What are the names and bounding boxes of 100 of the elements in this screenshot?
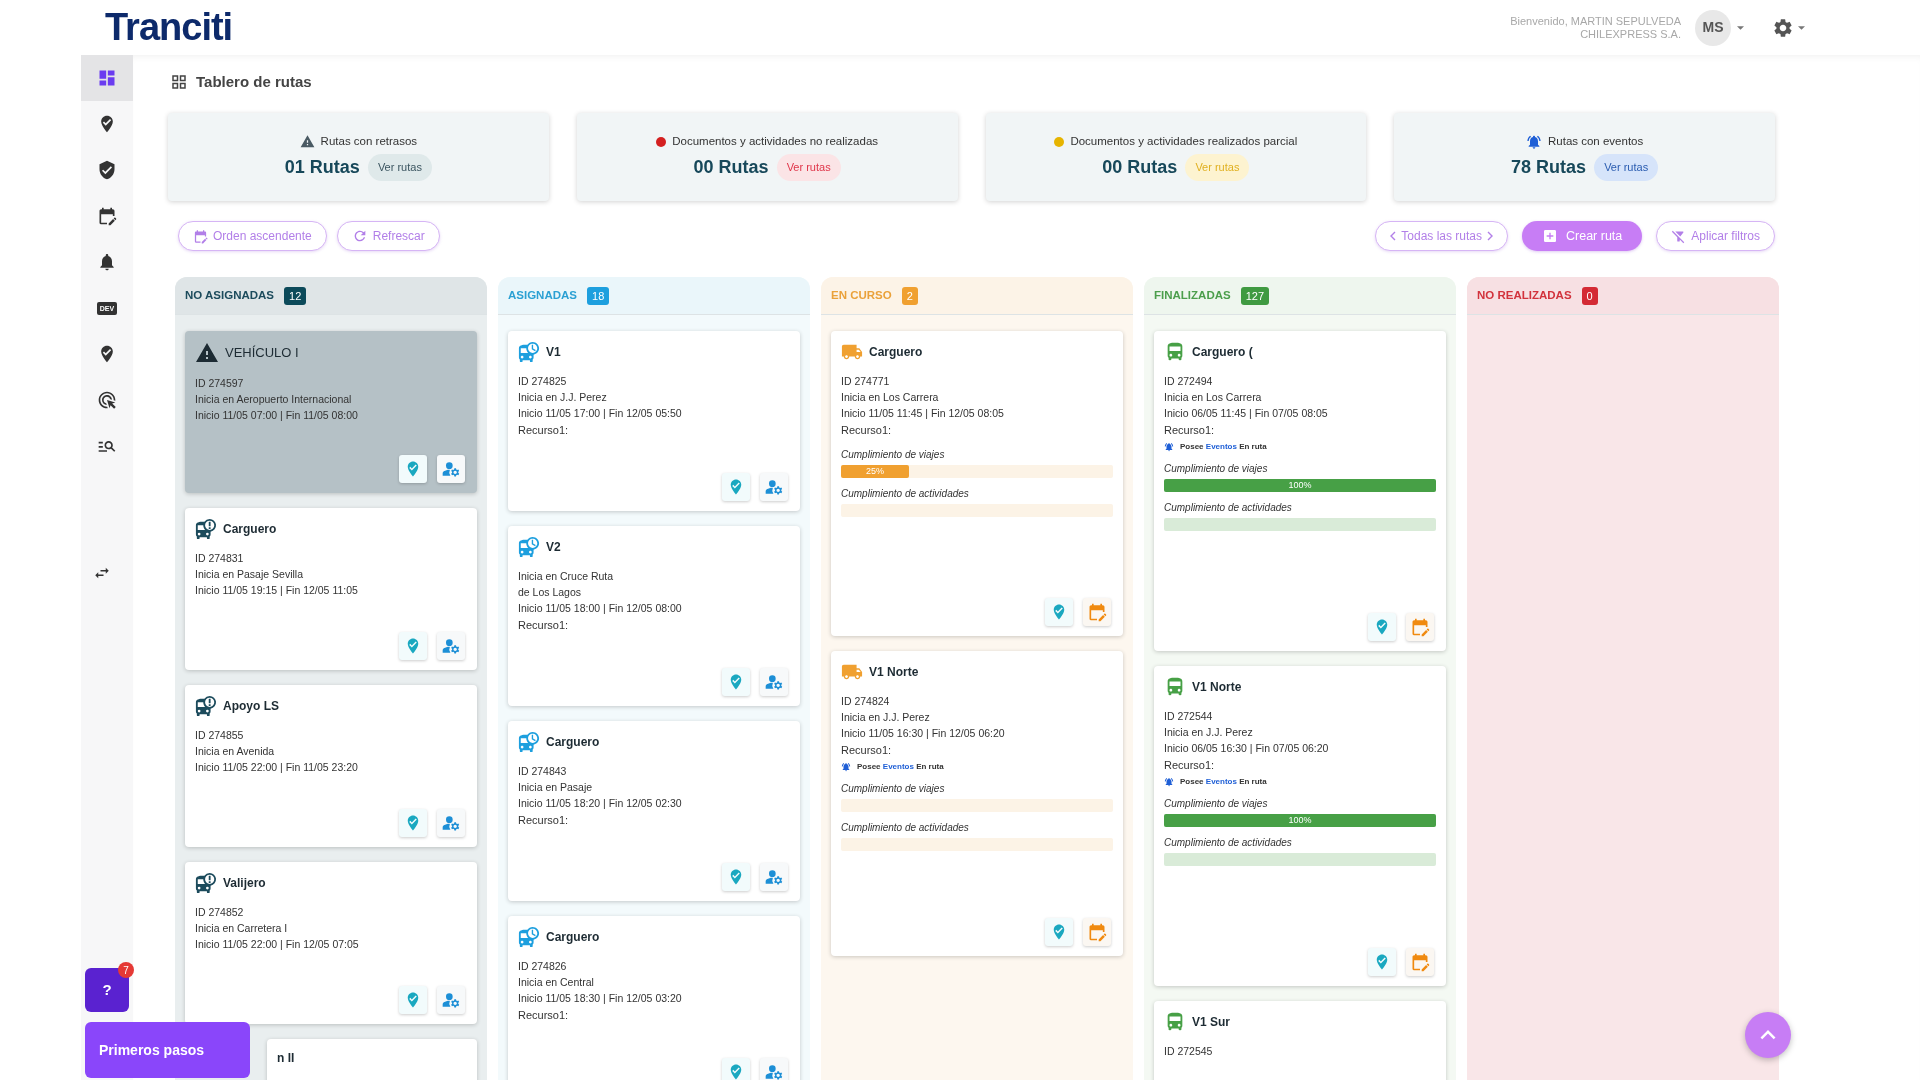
- route-card[interactable]: V1 Sur ID 272545: [1154, 1001, 1446, 1080]
- settings-icon: [1772, 16, 1794, 39]
- card-detail: ID 274855: [195, 728, 245, 743]
- route-action-button[interactable]: [399, 809, 427, 837]
- count-badge: 2: [901, 286, 918, 305]
- card-detail: Inicio 11/05 16:30 | Fin 12/05 06:20: [841, 726, 1006, 741]
- assign-resource-button[interactable]: [437, 632, 465, 660]
- edit-schedule-button[interactable]: [1406, 948, 1434, 976]
- welcome-text: Bienvenido, MARTIN SEPULVEDA: [1510, 14, 1681, 28]
- route-action-button[interactable]: [722, 473, 750, 501]
- card-detail: ID 274825: [518, 374, 568, 389]
- route-action-button[interactable]: [722, 863, 750, 891]
- events-link[interactable]: Eventos: [1205, 442, 1237, 451]
- user-gear-icon: [441, 636, 461, 656]
- assign-resource-button[interactable]: [760, 473, 788, 501]
- summary-label: Documentos y actividades realizados parcial: [1070, 133, 1298, 149]
- route-card[interactable]: Carguero ID 274771 Inicia en Los Carrera Inicio 11/05 11:45 | Fin 12/05 08:05 Recurso1: Cumplimiento de viajes 25% Cumplimiento de actividades: [831, 331, 1123, 636]
- route-card[interactable]: V1 ID 274825 Inicia en J.J. Perez Inicio 11/05 17:00 | Fin 12/05 05:50 Recurso1:: [508, 331, 800, 511]
- user-gear-icon: [441, 990, 461, 1010]
- card-detail: Inicia en J.J. Perez: [1164, 725, 1254, 740]
- settings-button[interactable]: [1772, 16, 1805, 39]
- route-card[interactable]: Carguero ID 274831 Inicia en Pasaje Sevilla Inicio 11/05 19:15 | Fin 12/05 11:05: [185, 508, 477, 670]
- column-title: EN CURSO: [831, 287, 892, 303]
- card-title: V1 Norte: [869, 664, 919, 681]
- card-detail: ID 274824: [841, 694, 891, 709]
- edit-schedule-button[interactable]: [1083, 598, 1111, 626]
- card-title: Carguero (: [1192, 344, 1253, 361]
- card-title: VEHÍCULO I: [225, 344, 299, 363]
- caret-icon: [1737, 25, 1744, 30]
- edit-schedule-button[interactable]: [1406, 613, 1434, 641]
- column-title: NO REALIZADAS: [1477, 287, 1572, 303]
- route-action-button[interactable]: [1368, 948, 1396, 976]
- calendar-edit-icon: [1410, 617, 1430, 637]
- view-routes-button[interactable]: Ver rutas: [367, 154, 432, 181]
- assign-resource-button[interactable]: [437, 809, 465, 837]
- route-action-button[interactable]: [399, 986, 427, 1014]
- progress-reading: 100%: [1288, 816, 1312, 825]
- view-routes-button[interactable]: Ver rutas: [1594, 154, 1659, 181]
- card-detail: Inicia en Cruce Ruta: [518, 569, 615, 584]
- card-detail: ID 274771: [841, 374, 891, 389]
- card-detail: Inicio 11/05 18:30 | Fin 12/05 03:20: [518, 991, 683, 1006]
- summary-label: Rutas con retrasos: [320, 133, 418, 149]
- bus-alert-icon: [195, 695, 217, 717]
- progress-label: Cumplimiento de viajes: [1164, 462, 1269, 476]
- card-detail: ID 274826: [518, 959, 568, 974]
- route-card[interactable]: Carguero ID 274826 Inicia en Central Inicio 11/05 18:30 | Fin 12/05 03:20 Recurso1:: [508, 916, 800, 1080]
- assign-resource-button[interactable]: [437, 986, 465, 1014]
- edit-schedule-button[interactable]: [1083, 918, 1111, 946]
- card-detail: ID 272544: [1164, 709, 1214, 724]
- route-action-button[interactable]: [1368, 613, 1396, 641]
- route-card[interactable]: V1 Norte ID 272544 Inicia en J.J. Perez Inicio 06/05 16:30 | Fin 07/05 06:20 Recurso1: Posee Eventos En ruta Cumplimiento de viajes 100% Cumplimiento de actividades: [1154, 666, 1446, 986]
- route-action-button[interactable]: [1045, 598, 1073, 626]
- route-card[interactable]: Apoyo LS ID 274855 Inicia en Avenida Inicio 11/05 22:00 | Fin 11/05 23:20: [185, 685, 477, 847]
- calendar-sort-icon: [193, 228, 208, 244]
- events-link[interactable]: Eventos: [882, 762, 914, 771]
- assign-resource-button[interactable]: [437, 455, 465, 483]
- route-card[interactable]: Valijero ID 274852 Inicia en Carretera I Inicio 11/05 22:00 | Fin 12/05 07:05: [185, 862, 477, 1024]
- bus-alert-icon: [195, 518, 217, 540]
- assign-resource-button[interactable]: [760, 668, 788, 696]
- route-card[interactable]: V2 Inicia en Cruce Ruta de Los Lagos Inicio 11/05 18:00 | Fin 12/05 08:00 Recurso1:: [508, 526, 800, 706]
- warning-icon: [299, 134, 315, 149]
- count-badge: 0: [1581, 286, 1598, 305]
- route-card[interactable]: n II: [267, 1039, 477, 1080]
- card-detail: Inicio 06/05 16:30 | Fin 07/05 06:20: [1164, 741, 1330, 756]
- route-card[interactable]: V1 Norte ID 274824 Inicia en J.J. Perez Inicio 11/05 16:30 | Fin 12/05 06:20 Recurso1: Posee Eventos En ruta Cumplimiento de viajes Cumplimiento de actividades: [831, 651, 1123, 956]
- resource-label: Recurso1:: [1164, 423, 1216, 438]
- card-detail: Inicio 11/05 19:15 | Fin 12/05 11:05: [195, 583, 359, 598]
- calendar-edit-icon: [1087, 922, 1107, 942]
- assign-resource-button[interactable]: [760, 863, 788, 891]
- card-detail: Inicia en J.J. Perez: [841, 710, 931, 725]
- card-detail: Inicio 11/05 22:00 | Fin 12/05 07:05: [195, 937, 360, 952]
- resource-label: Recurso1:: [518, 618, 570, 633]
- grid-icon: [170, 73, 188, 91]
- card-detail: Inicia en J.J. Perez: [518, 390, 608, 405]
- assign-resource-button[interactable]: [760, 1058, 788, 1080]
- user-gear-icon: [764, 867, 784, 887]
- avatar: MS: [1695, 9, 1731, 46]
- route-card[interactable]: Carguero ID 274843 Inicia en Pasaje Inicio 11/05 18:20 | Fin 12/05 02:30 Recurso1:: [508, 721, 800, 901]
- route-action-button[interactable]: [399, 632, 427, 660]
- user-menu[interactable]: MS: [1695, 9, 1744, 46]
- route-card[interactable]: VEHÍCULO I ID 274597 Inicia en Aeropuerto Internacional Inicio 11/05 07:00 | Fin 11/05 08:00: [185, 331, 477, 493]
- route-card[interactable]: Carguero ( ID 272494 Inicia en Los Carrera Inicio 06/05 11:45 | Fin 07/05 08:05 Recurso1: Posee Eventos En ruta Cumplimiento de viajes 100% Cumplimiento de actividades: [1154, 331, 1446, 651]
- user-gear-icon: [764, 1062, 784, 1080]
- resource-label: Recurso1:: [1164, 758, 1216, 773]
- summary-count: 01 Rutas: [284, 156, 360, 180]
- bell-icon: [841, 762, 851, 772]
- column-title: ASIGNADAS: [508, 287, 577, 303]
- calendar-edit-icon: [1410, 952, 1430, 972]
- route-action-button[interactable]: [1045, 918, 1073, 946]
- route-action-button[interactable]: [722, 1058, 750, 1080]
- events-link[interactable]: Eventos: [1205, 777, 1237, 786]
- route-action-button[interactable]: [722, 668, 750, 696]
- route-action-button[interactable]: [399, 455, 427, 483]
- card-detail: Inicio 11/05 17:00 | Fin 12/05 05:50: [518, 406, 683, 421]
- card-detail: Inicia en Aeropuerto Internacional: [195, 392, 353, 407]
- onboarding-button[interactable]: Primeros pasos: [85, 1022, 250, 1078]
- view-routes-button[interactable]: Ver rutas: [776, 154, 841, 181]
- chevron-right-icon: [1487, 231, 1494, 241]
- card-title: Apoyo LS: [223, 698, 279, 715]
- card-detail: Inicia en Los Carrera: [841, 390, 940, 405]
